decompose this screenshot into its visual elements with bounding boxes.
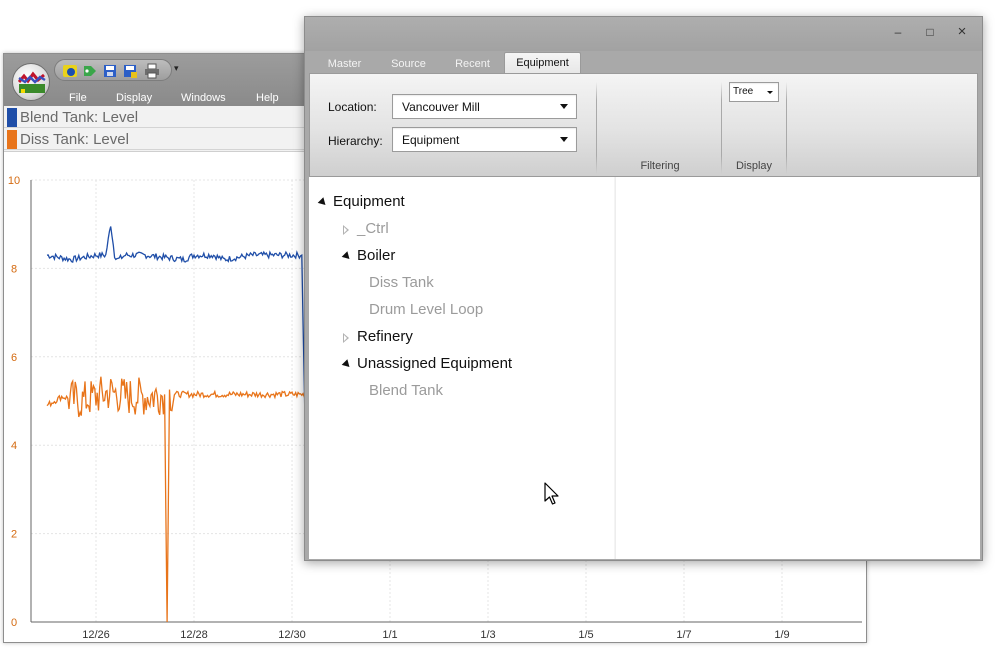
panel-splitter[interactable] <box>614 177 616 559</box>
tree-node-label: Unassigned Equipment <box>357 355 513 372</box>
x-tick-label: 1/7 <box>676 629 691 641</box>
display-group-label: Display <box>735 160 773 172</box>
tab-equipment[interactable]: Equipment <box>504 52 581 75</box>
expand-triangle-icon[interactable] <box>341 251 353 262</box>
collapse-triangle-icon[interactable] <box>343 333 349 343</box>
dialog-tabs: Master Source Recent Equipment <box>305 51 982 75</box>
hierarchy-dropdown[interactable]: Equipment <box>392 127 577 152</box>
tree-node-label: Blend Tank <box>369 382 443 399</box>
hierarchy-label: Hierarchy: <box>328 134 383 148</box>
collapse-triangle-icon[interactable] <box>343 225 349 235</box>
series-line <box>46 376 318 623</box>
ribbon-separator <box>596 82 597 174</box>
tab-source[interactable]: Source <box>381 55 436 75</box>
close-icon[interactable]: × <box>952 24 972 40</box>
series-line <box>46 226 337 522</box>
y-tick-label: 8 <box>11 263 17 275</box>
tab-master[interactable]: Master <box>317 55 372 75</box>
minimize-icon[interactable]: – <box>888 24 908 40</box>
maximize-icon[interactable]: □ <box>920 24 940 40</box>
y-tick-label: 4 <box>11 440 17 452</box>
tree-node[interactable]: Equipment <box>317 193 405 215</box>
y-tick-label: 6 <box>11 352 17 364</box>
location-label: Location: <box>328 100 377 114</box>
x-tick-label: 12/26 <box>82 629 110 641</box>
ribbon-separator <box>786 82 787 174</box>
tree-node[interactable]: Drum Level Loop <box>369 301 483 323</box>
y-tick-label: 0 <box>11 617 17 629</box>
x-tick-label: 1/9 <box>774 629 789 641</box>
x-tick-label: 1/3 <box>480 629 495 641</box>
location-dropdown[interactable]: Vancouver Mill <box>392 94 577 119</box>
tree-node-label: Refinery <box>357 328 413 345</box>
tree-node[interactable]: Boiler <box>341 247 396 269</box>
tree-node[interactable]: Blend Tank <box>369 382 443 404</box>
chevron-down-icon <box>560 104 568 109</box>
hierarchy-value: Equipment <box>402 133 460 147</box>
tag-browser-dialog: – □ × Master Source Recent Equipment Loc… <box>304 16 983 561</box>
tree-node[interactable]: Refinery <box>343 328 413 350</box>
x-tick-label: 1/5 <box>578 629 593 641</box>
tree-node[interactable]: Unassigned Equipment <box>341 355 513 377</box>
x-tick-label: 1/1 <box>382 629 397 641</box>
tree-node[interactable]: Diss Tank <box>369 274 434 296</box>
chevron-down-icon <box>767 91 773 94</box>
display-mode-dropdown[interactable]: Tree <box>729 82 779 102</box>
tree-node-label: Diss Tank <box>369 274 434 291</box>
x-tick-label: 12/28 <box>180 629 208 641</box>
ribbon-panel: Location: Vancouver Mill Hierarchy: Equi… <box>309 73 978 177</box>
mouse-cursor-icon <box>544 482 559 505</box>
tree-node-label: Equipment <box>333 193 405 210</box>
tree-node[interactable]: _Ctrl <box>343 220 389 242</box>
expand-triangle-icon[interactable] <box>317 197 329 208</box>
tree-node-label: _Ctrl <box>357 220 389 237</box>
tab-recent[interactable]: Recent <box>445 55 500 75</box>
location-value: Vancouver Mill <box>402 100 480 114</box>
equipment-browser: Equipment _Ctrl Boiler Diss Tank Drum Level … <box>309 177 980 559</box>
y-tick-label: 2 <box>11 529 17 541</box>
tree-node-label: Drum Level Loop <box>369 301 484 318</box>
x-tick-label: 12/30 <box>278 629 306 641</box>
y-tick-label: 10 <box>8 175 20 187</box>
expand-triangle-icon[interactable] <box>341 359 353 370</box>
display-mode-value: Tree <box>733 86 754 97</box>
filtering-group-label: Filtering <box>640 160 680 172</box>
tree-node-label: Boiler <box>357 247 396 264</box>
dialog-titlebar[interactable]: – □ × <box>305 17 982 51</box>
chevron-down-icon <box>560 137 568 142</box>
